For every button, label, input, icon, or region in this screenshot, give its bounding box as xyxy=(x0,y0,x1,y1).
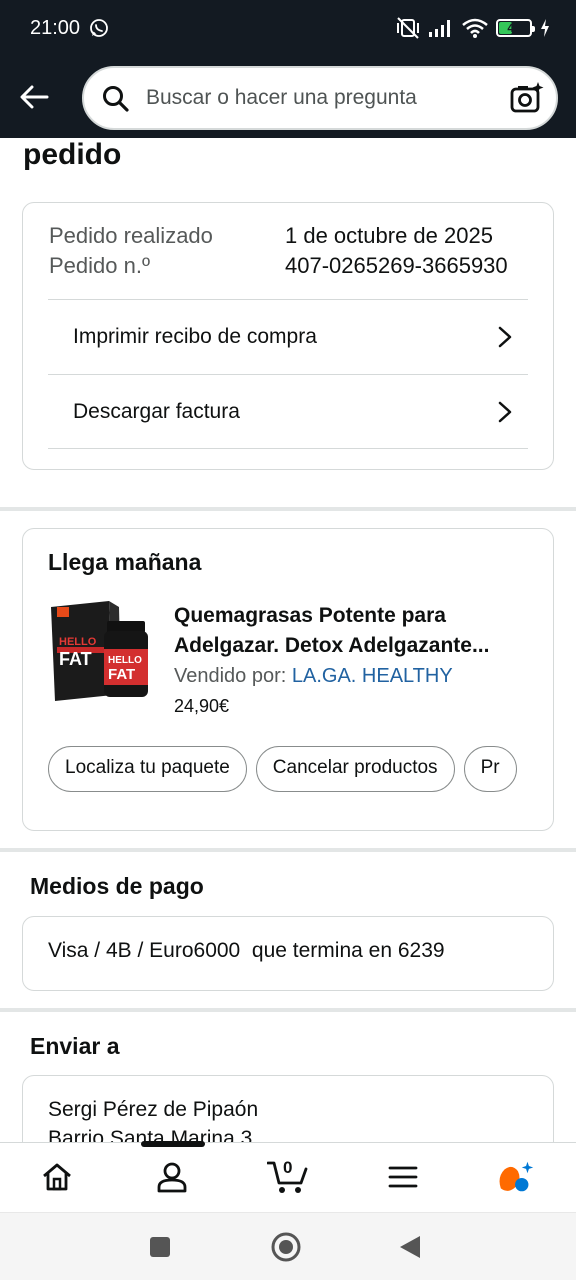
recents-button[interactable] xyxy=(149,1236,171,1258)
search-icon xyxy=(103,86,129,112)
nav-alexa[interactable] xyxy=(497,1157,537,1197)
track-package-button[interactable]: Localiza tu paquete xyxy=(48,746,247,792)
delivery-actions[interactable]: Localiza tu paquete Cancelar productos Pr xyxy=(48,746,536,794)
shipping-heading: Enviar a xyxy=(30,1033,120,1059)
search-input[interactable]: Buscar o hacer una pregunta xyxy=(82,66,558,130)
sold-by-label: Vendido por: xyxy=(174,665,287,687)
user-icon xyxy=(157,1162,187,1193)
nav-account[interactable] xyxy=(152,1157,192,1197)
payment-method: Visa / 4B / Euro6000 que termina en 6239 xyxy=(48,939,445,962)
camera-search-icon[interactable] xyxy=(510,81,544,115)
system-nav-bar xyxy=(0,1212,576,1280)
print-receipt-link[interactable]: Imprimir recibo de compra xyxy=(48,299,528,374)
product-image-brand: HELLO xyxy=(59,636,97,648)
battery-indicator: 43 xyxy=(496,19,535,37)
chevron-right-icon xyxy=(498,401,512,423)
nav-cart[interactable]: 0 xyxy=(266,1157,310,1197)
home-icon xyxy=(43,1163,71,1191)
order-info-card: Pedido realizado 1 de octubre de 2025 Pe… xyxy=(22,202,554,470)
bottle-brand-fat: FAT xyxy=(108,666,135,683)
more-action-button[interactable]: Pr xyxy=(463,746,517,792)
shipping-address: Barrio Santa Marina 3 xyxy=(48,1127,253,1142)
wifi-icon xyxy=(462,18,488,38)
page-title: pedido xyxy=(23,138,122,171)
section-divider xyxy=(0,1008,576,1012)
back-system-button[interactable] xyxy=(398,1234,422,1260)
order-number-label: Pedido n.º xyxy=(49,253,150,278)
section-divider xyxy=(0,507,576,511)
payment-card: Visa / 4B / Euro6000 que termina en 6239 xyxy=(22,916,554,991)
bottom-nav: 0 xyxy=(0,1141,576,1212)
product-title-line1[interactable]: Quemagrasas Potente para xyxy=(174,601,534,630)
rufus-ai-icon xyxy=(499,1161,534,1192)
order-date-row: Pedido realizado 1 de octubre de 2025 xyxy=(49,223,493,249)
chevron-right-icon xyxy=(498,326,512,348)
download-invoice-label: Descargar factura xyxy=(73,399,240,423)
home-system-button[interactable] xyxy=(270,1231,302,1263)
order-number-value: 407-0265269-3665930 xyxy=(285,253,508,278)
product-image[interactable]: HELLO FAT HELLO FAT xyxy=(49,599,153,705)
order-date-label: Pedido realizado xyxy=(49,223,213,248)
shipping-card: Sergi Pérez de Pipaón Barrio Santa Marin… xyxy=(22,1075,554,1142)
whatsapp-icon xyxy=(90,19,108,37)
download-invoice-link[interactable]: Descargar factura xyxy=(48,374,528,449)
search-placeholder: Buscar o hacer una pregunta xyxy=(146,86,417,109)
delivery-card: Llega mañana HELLO FAT HELLO FAT Quemagr… xyxy=(22,528,554,831)
payment-heading: Medios de pago xyxy=(30,873,204,899)
sold-by: Vendido por: LA.GA. HEALTHY xyxy=(174,665,453,688)
bottle-brand: HELLO xyxy=(108,655,142,666)
status-bar: 21:00 43 xyxy=(0,0,576,58)
cart-count: 0 xyxy=(283,1158,293,1177)
nav-home[interactable] xyxy=(37,1157,77,1197)
menu-icon xyxy=(388,1166,418,1188)
order-number-row: Pedido n.º 407-0265269-3665930 xyxy=(49,253,508,279)
product-title-line2[interactable]: Adelgazar. Detox Adelgazante... xyxy=(174,631,534,660)
signal-icon xyxy=(429,20,450,37)
section-divider xyxy=(0,848,576,852)
seller-link[interactable]: LA.GA. HEALTHY xyxy=(292,665,453,687)
status-time: 21:00 xyxy=(30,17,81,39)
status-icons: 43 xyxy=(396,17,550,39)
battery-percent: 43 xyxy=(507,21,521,35)
cancel-items-button[interactable]: Cancelar productos xyxy=(255,746,455,792)
header-bar: Buscar o hacer una pregunta xyxy=(0,58,576,138)
order-detail-content[interactable]: pedido Pedido realizado 1 de octubre de … xyxy=(0,138,576,1142)
active-tab-indicator xyxy=(141,1141,205,1147)
delivery-heading: Llega mañana xyxy=(48,549,202,575)
charging-icon xyxy=(541,19,549,37)
back-button[interactable] xyxy=(14,77,54,117)
product-price: 24,90€ xyxy=(174,696,230,716)
print-receipt-label: Imprimir recibo de compra xyxy=(73,325,317,348)
product-image-brand-fat: FAT xyxy=(59,649,92,669)
back-arrow-icon xyxy=(20,85,49,109)
mute-vibrate-icon xyxy=(397,17,419,39)
order-date-value: 1 de octubre de 2025 xyxy=(285,223,493,248)
nav-menu[interactable] xyxy=(383,1157,423,1197)
shipping-name: Sergi Pérez de Pipaón xyxy=(48,1098,259,1121)
